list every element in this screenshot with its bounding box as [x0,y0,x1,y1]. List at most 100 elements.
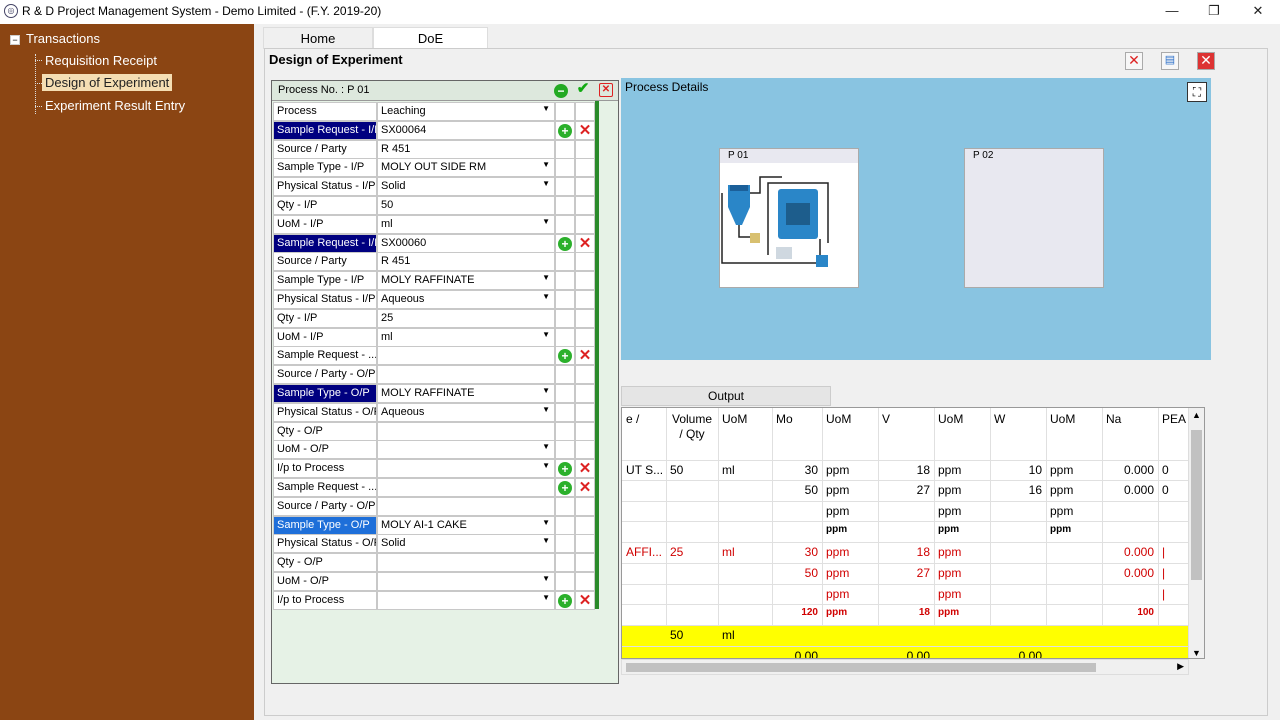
output-cell[interactable]: 27 [878,566,934,580]
output-cell[interactable]: 0.000 [1102,463,1158,477]
delete-icon[interactable]: ✕ [578,593,592,608]
field-value[interactable] [377,553,555,573]
output-cell[interactable]: | [1158,587,1188,601]
output-cell[interactable]: 0.000 [1102,545,1158,559]
output-cell[interactable]: ppm [934,483,990,497]
output-cell[interactable]: 120 [772,607,822,618]
output-cell[interactable]: 27 [878,483,934,497]
field-value[interactable] [377,421,555,441]
tab-home[interactable]: Home [263,27,373,49]
field-value[interactable]: SX00064 [377,120,555,140]
column-header[interactable]: e / [622,412,666,427]
output-cell[interactable]: ppm [822,587,878,601]
field-value[interactable] [377,346,555,366]
close-panel-button[interactable]: ✕ [1197,52,1215,70]
output-cell[interactable]: 10 [990,463,1046,477]
output-cell[interactable]: ppm [934,545,990,559]
field-value[interactable]: ml ▼ [377,214,555,234]
output-cell[interactable]: 0 [1158,463,1188,477]
output-cell[interactable]: 0.00 [990,649,1046,658]
output-cell[interactable]: | [1158,545,1188,559]
delete-cell[interactable]: ✕ [575,459,595,479]
clear-button[interactable]: ✕ [1125,52,1143,70]
field-value[interactable] [377,365,555,385]
dropdown-arrow-icon[interactable]: ▼ [542,574,550,583]
output-cell[interactable]: 50 [666,463,718,477]
field-value[interactable]: ml ▼ [377,327,555,347]
column-header[interactable]: W [990,412,1046,427]
scroll-down-icon[interactable]: ▼ [1192,648,1201,658]
delete-cell[interactable]: ✕ [575,590,595,610]
field-value[interactable] [377,496,555,516]
delete-cell[interactable]: ✕ [575,233,595,253]
output-cell[interactable]: 0.00 [878,649,934,658]
dropdown-arrow-icon[interactable]: ▼ [542,160,550,169]
vertical-scrollbar[interactable]: ▲ ▼ [1188,408,1204,658]
delete-cell[interactable]: ✕ [575,478,595,497]
output-cell[interactable]: ppm [822,607,878,618]
dropdown-arrow-icon[interactable]: ▼ [542,217,550,226]
scroll-up-icon[interactable]: ▲ [1192,410,1201,420]
output-cell[interactable]: ppm [822,566,878,580]
output-cell[interactable]: ml [718,545,772,559]
field-value[interactable]: ▼ [377,440,555,460]
add-icon[interactable]: + [558,462,572,477]
column-header[interactable]: UoM [822,412,878,427]
scroll-right-icon[interactable]: ▶ [1177,661,1184,672]
field-value[interactable]: MOLY RAFFINATE ▼ [377,271,555,291]
output-cell[interactable]: ppm [1046,504,1102,518]
field-value[interactable]: 50 [377,196,555,215]
horizontal-scrollbar[interactable]: ▶ [621,659,1189,675]
field-value[interactable]: R 451 [377,252,555,272]
output-cell[interactable]: 30 [772,463,822,477]
dropdown-arrow-icon[interactable]: ▼ [542,461,550,470]
scrollbar-thumb[interactable] [1191,430,1202,580]
add-cell[interactable]: + [555,590,575,610]
output-cell[interactable]: | [1158,566,1188,580]
delete-icon[interactable]: ✕ [578,480,592,495]
output-row[interactable] [622,521,1188,542]
output-cell[interactable]: 0.00 [772,649,822,658]
delete-icon[interactable]: ✕ [578,236,592,251]
column-header[interactable]: UoM [718,412,772,427]
output-cell[interactable]: 18 [878,463,934,477]
field-value[interactable]: MOLY AI-1 CAKE ▼ [377,515,555,535]
output-cell[interactable]: ppm [1046,483,1102,497]
output-cell[interactable]: 0.000 [1102,483,1158,497]
field-value[interactable] [377,478,555,497]
output-cell[interactable]: ppm [934,587,990,601]
add-cell[interactable]: + [555,120,575,140]
output-cell[interactable]: ppm [822,524,878,535]
output-cell[interactable]: 50 [772,483,822,497]
output-cell[interactable]: 50 [772,566,822,580]
output-cell[interactable]: ppm [934,463,990,477]
check-icon[interactable]: ✔ [576,81,590,96]
column-header[interactable]: UoM [1046,412,1102,427]
field-value[interactable]: Aqueous ▼ [377,290,555,309]
output-cell[interactable]: 25 [666,545,718,559]
dropdown-arrow-icon[interactable]: ▼ [542,593,550,602]
dropdown-arrow-icon[interactable]: ▼ [542,292,550,301]
scrollbar-thumb[interactable] [626,663,1096,672]
output-cell[interactable]: 16 [990,483,1046,497]
tab-doe[interactable]: DoE [373,27,488,49]
close-icon[interactable]: ✕ [599,83,613,97]
delete-icon[interactable]: ✕ [578,123,592,138]
column-header[interactable]: V [878,412,934,427]
add-icon[interactable]: + [558,481,572,495]
output-cell[interactable]: 0 [1158,483,1188,497]
dropdown-arrow-icon[interactable]: ▼ [542,179,550,188]
field-value[interactable]: ▼ [377,590,555,610]
add-icon[interactable]: + [558,236,572,251]
output-cell[interactable]: 100 [1102,607,1158,618]
output-cell[interactable]: 30 [772,545,822,559]
field-value[interactable]: Solid ▼ [377,177,555,197]
output-cell[interactable]: ppm [934,524,990,535]
dropdown-arrow-icon[interactable]: ▼ [542,518,550,527]
field-value[interactable]: MOLY OUT SIDE RM ▼ [377,158,555,178]
field-value[interactable]: Solid ▼ [377,534,555,554]
add-cell[interactable]: + [555,346,575,366]
add-icon[interactable]: + [558,593,572,608]
field-value[interactable]: SX00060 [377,233,555,253]
output-cell[interactable]: ml [718,628,772,642]
